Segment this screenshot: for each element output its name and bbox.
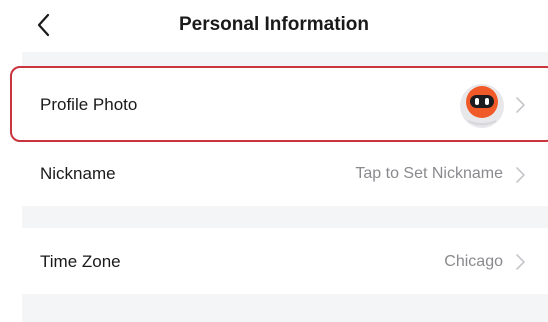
robot-avatar-icon (460, 84, 504, 128)
nav-header: Personal Information (0, 0, 548, 52)
chevron-right-icon (516, 97, 525, 113)
profile-photo-row[interactable]: Profile Photo (22, 68, 548, 142)
time-zone-row[interactable]: Time Zone Chicago (22, 228, 548, 294)
nickname-row[interactable]: Nickname Tap to Set Nickname (22, 142, 548, 206)
chevron-right-icon (516, 254, 525, 270)
page-title: Personal Information (178, 14, 370, 35)
section-separator (22, 52, 548, 68)
section-separator (22, 206, 548, 228)
profile-photo-label: Profile Photo (40, 95, 138, 114)
time-zone-value: Chicago (444, 253, 503, 270)
time-zone-label: Time Zone (40, 252, 121, 271)
nickname-label: Nickname (40, 164, 116, 183)
chevron-right-icon (516, 167, 525, 183)
nickname-value: Tap to Set Nickname (355, 165, 503, 182)
section-separator (22, 294, 548, 322)
